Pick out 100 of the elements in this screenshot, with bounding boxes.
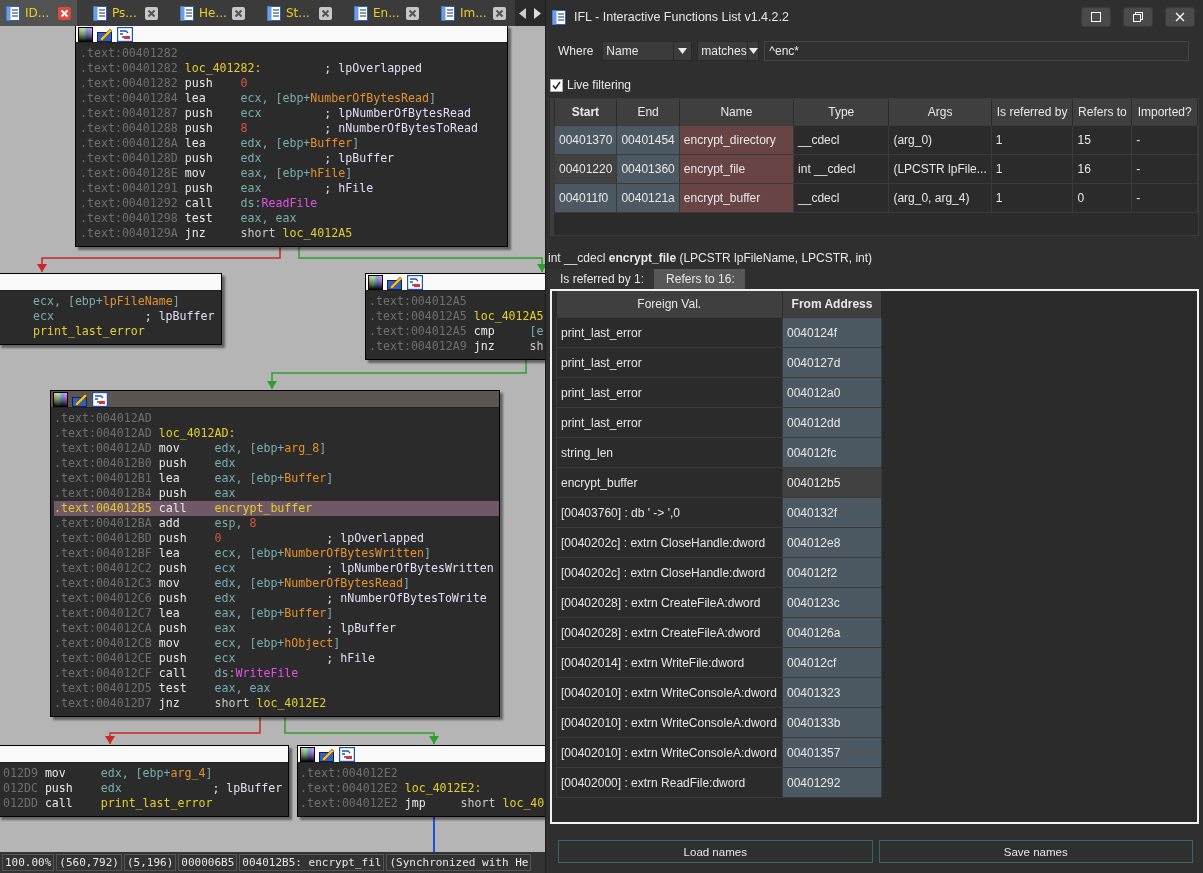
close-icon[interactable] (319, 6, 332, 20)
column-header[interactable]: Name (679, 99, 794, 126)
table-cell[interactable]: 004011f0 (554, 183, 617, 213)
code-block[interactable]: ecx, [ebp+lpFileName] ecx ; lpBuffer print_last_error (0, 273, 222, 345)
table-cell[interactable]: 004012b5 (782, 467, 882, 498)
table-cell[interactable]: 00401370 (554, 125, 617, 155)
tab-label[interactable]: He... (199, 6, 227, 20)
code-block[interactable]: .text:004012E2 .text:004012E2 loc_4012E2: .text:004012E2 jmp short loc_40 (297, 745, 545, 817)
table-cell[interactable]: 0040124f (782, 317, 882, 348)
table-cell[interactable]: - (1131, 125, 1198, 155)
table-cell[interactable]: 1 (991, 125, 1073, 155)
table-cell[interactable]: - (1131, 154, 1198, 184)
table-cell[interactable]: string_len (556, 437, 783, 468)
code-block[interactable] (50, 390, 500, 717)
column-header[interactable]: Is referred by (991, 99, 1073, 126)
table-cell[interactable]: [00402000] : extrn ReadFile:dword (556, 767, 783, 798)
pencil-icon[interactable] (319, 746, 335, 762)
table-cell[interactable]: [00402010] : extrn WriteConsoleA:dword (556, 737, 783, 768)
restore-button[interactable] (1123, 7, 1153, 27)
table-cell[interactable]: encrypt_buffer (556, 467, 783, 498)
table-cell[interactable]: 0040127d (782, 347, 882, 378)
column-header[interactable]: Refers to (1073, 99, 1132, 126)
table-cell[interactable]: encrypt_buffer (679, 183, 794, 213)
table-cell[interactable]: [00402010] : extrn WriteConsoleA:dword (556, 677, 783, 708)
palette-icon[interactable] (53, 391, 68, 407)
document-tab[interactable]: ID... (0, 0, 77, 26)
table-cell[interactable]: 1 (991, 154, 1073, 184)
arrow-left-icon[interactable] (519, 7, 526, 19)
table-cell[interactable]: 0 (1073, 183, 1132, 213)
close-icon[interactable] (406, 6, 419, 20)
close-icon[interactable] (493, 6, 506, 20)
table-cell[interactable]: (arg_0, arg_4) (888, 183, 992, 213)
palette-icon[interactable] (78, 26, 93, 42)
table-cell[interactable]: (arg_0) (888, 125, 992, 155)
table-cell[interactable]: (LPCSTR lpFile... (888, 154, 992, 184)
table-cell[interactable]: 0040133b (782, 707, 882, 738)
table-cell[interactable]: [0040202c] : extrn CloseHandle:dword (556, 527, 783, 558)
table-cell[interactable]: 00401454 (616, 125, 680, 155)
table-cell[interactable]: 004012a0 (782, 377, 882, 408)
checkbox[interactable] (550, 78, 563, 92)
column-header[interactable]: Type (793, 99, 889, 126)
table-cell[interactable]: 00401323 (782, 677, 882, 708)
table-cell[interactable]: [0040202c] : extrn CloseHandle:dword (556, 557, 783, 588)
table-cell[interactable]: [00402028] : extrn CreateFileA:dword (556, 617, 783, 648)
column-header[interactable]: End (616, 99, 680, 126)
tab-label[interactable]: Im... (460, 6, 488, 20)
tab[interactable]: Refers to 16: (654, 269, 745, 289)
palette-icon[interactable] (368, 274, 383, 290)
code-block[interactable]: 012D9 mov edx, [ebp+arg_4] 012DC push edx ; lpBuffer 012DD call print_last_error (0, 745, 289, 817)
maximize-button[interactable] (1081, 7, 1111, 27)
table-cell[interactable]: print_last_error (556, 407, 783, 438)
graph-icon[interactable] (407, 274, 423, 290)
table-cell[interactable]: 16 (1073, 154, 1132, 184)
column-header[interactable]: Foreign Val. (556, 291, 783, 318)
tab[interactable]: Is referred by 1: (548, 269, 655, 289)
arrow-right-icon[interactable] (534, 7, 541, 19)
table-cell[interactable]: print_last_error (556, 317, 783, 348)
table-cell[interactable]: 0040123c (782, 587, 882, 618)
tab-label[interactable]: ID... (25, 6, 53, 20)
action-button[interactable]: Save names (878, 840, 1193, 863)
table-cell[interactable]: 004012f2 (782, 557, 882, 588)
column-header[interactable]: From Address (782, 291, 882, 318)
table-cell[interactable]: 004012cf (782, 647, 882, 678)
table-cell[interactable]: 0040121a (616, 183, 680, 213)
palette-icon[interactable] (300, 746, 315, 762)
table-cell[interactable]: 004012e8 (782, 527, 882, 558)
tab-label[interactable]: En... (373, 6, 401, 20)
table-cell[interactable]: print_last_error (556, 377, 783, 408)
column-header[interactable]: Args (888, 99, 992, 126)
graph-icon[interactable] (92, 391, 108, 407)
table-cell[interactable]: print_last_error (556, 347, 783, 378)
table-cell[interactable]: 004012dd (782, 407, 882, 438)
pencil-icon[interactable] (97, 26, 113, 42)
table-cell[interactable]: [00402014] : extrn WriteFile:dword (556, 647, 783, 678)
column-header[interactable]: Start (554, 99, 617, 126)
table-cell[interactable]: 00401360 (616, 154, 680, 184)
action-button[interactable]: Load names (558, 840, 873, 863)
code-block[interactable] (75, 26, 508, 247)
table-cell[interactable]: [00402010] : extrn WriteConsoleA:dword (556, 707, 783, 738)
table-cell[interactable]: int __cdecl (793, 154, 889, 184)
table-cell[interactable]: 0040126a (782, 617, 882, 648)
checkbox-label[interactable]: Live filtering (567, 78, 632, 92)
close-icon[interactable] (58, 6, 71, 20)
table-cell[interactable]: 004012fc (782, 437, 882, 468)
table-cell[interactable]: 00401292 (782, 767, 882, 798)
operator-dropdown[interactable]: matches (697, 41, 760, 61)
graph-icon[interactable] (339, 746, 355, 762)
column-header[interactable]: Imported? (1131, 99, 1198, 126)
tab-label[interactable]: St... (286, 6, 314, 20)
tab-label[interactable]: Ps... (112, 6, 140, 20)
table-cell[interactable]: 0040132f (782, 497, 882, 528)
table-cell[interactable]: __cdecl (793, 125, 889, 155)
table-cell[interactable]: __cdecl (793, 183, 889, 213)
table-cell[interactable]: 00401220 (554, 154, 617, 184)
close-button[interactable] (1165, 7, 1195, 27)
field-dropdown[interactable]: Name (602, 41, 693, 61)
table-cell[interactable]: [00403760] : db ' -> ',0 (556, 497, 783, 528)
pencil-icon[interactable] (72, 391, 88, 407)
pencil-icon[interactable] (387, 274, 403, 290)
pattern-field[interactable]: ^enc* (764, 41, 1189, 61)
